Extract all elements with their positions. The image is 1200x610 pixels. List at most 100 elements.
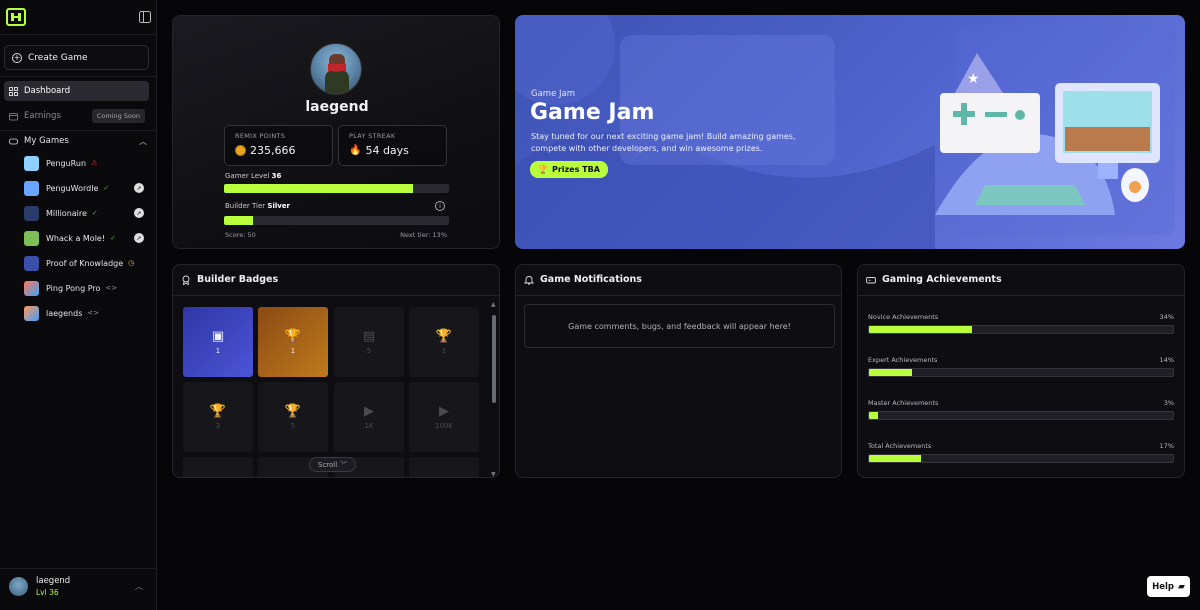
verified-icon: ✓ bbox=[91, 209, 98, 217]
create-game-button[interactable]: + Create Game bbox=[4, 45, 149, 70]
sidebar-toggle-icon[interactable] bbox=[139, 11, 151, 23]
builder-tier-fill bbox=[224, 216, 254, 225]
sidebar-item-earnings[interactable]: Earnings Coming Soon bbox=[4, 106, 149, 126]
badge-tile[interactable]: 🏆 5 bbox=[258, 382, 328, 452]
scroll-down-arrow[interactable]: ▼ bbox=[491, 471, 496, 477]
achievement-label: Total Achievements bbox=[868, 442, 932, 450]
achievement-percent: 34% bbox=[1159, 313, 1174, 321]
game-thumbnail bbox=[24, 205, 39, 221]
builder-tier-label: Builder Tier Silver bbox=[225, 202, 290, 210]
section-title-text: Gaming Achievements bbox=[882, 274, 1002, 285]
section-divider bbox=[516, 295, 841, 296]
play-icon: ▶ bbox=[364, 404, 374, 419]
gamer-level-text: Gamer Level bbox=[225, 172, 270, 180]
plus-icon: + bbox=[12, 52, 22, 63]
achievement-bar bbox=[868, 454, 1174, 463]
game-item-whack-a-mole[interactable]: Whack a Mole! ✓ ➚ bbox=[24, 229, 144, 247]
game-thumbnail bbox=[24, 305, 39, 321]
badge-tile[interactable]: ▶ 100K bbox=[409, 382, 479, 452]
badge-tile[interactable]: 🏆 1 bbox=[258, 307, 328, 377]
badge-tile[interactable] bbox=[409, 457, 479, 477]
avatar-scarf bbox=[328, 64, 346, 71]
achievement-row-master: Master Achievements 3% bbox=[868, 399, 1174, 420]
game-item-millionaire[interactable]: Millionaire ✓ ➚ bbox=[24, 204, 144, 222]
game-item-pengurun[interactable]: PenguRun ⚠ bbox=[24, 154, 144, 172]
warning-icon: ⚠ bbox=[91, 159, 98, 167]
next-tier-text: Next tier: 13% bbox=[400, 231, 447, 239]
create-game-label: Create Game bbox=[28, 52, 88, 63]
profile-name: laegend bbox=[305, 99, 369, 115]
notifications-empty-state: Game comments, bugs, and feedback will a… bbox=[524, 304, 835, 348]
sidebar: + Create Game Dashboard Earnings Coming … bbox=[0, 0, 157, 610]
badge-tile[interactable]: ▣ 1 bbox=[183, 307, 253, 377]
badge-count: 1 bbox=[215, 347, 221, 355]
badge-tile[interactable]: 🏆 1 bbox=[409, 307, 479, 377]
section-divider bbox=[858, 295, 1184, 296]
badge-count: 5 bbox=[366, 347, 372, 355]
flame-icon: 🔥 bbox=[349, 145, 362, 156]
game-name: Whack a Mole! bbox=[46, 233, 106, 243]
info-icon[interactable]: i bbox=[435, 201, 445, 211]
open-link-icon[interactable]: ➚ bbox=[134, 233, 144, 243]
scroll-up-arrow[interactable]: ▲ bbox=[491, 301, 496, 308]
builder-tier-text: Builder Tier bbox=[225, 202, 266, 210]
builder-tier-bar bbox=[224, 216, 449, 225]
profile-avatar[interactable] bbox=[310, 43, 362, 95]
logo-icon[interactable] bbox=[6, 8, 26, 26]
achievement-row-novice: Novice Achievements 34% bbox=[868, 313, 1174, 334]
badge-icon bbox=[182, 275, 190, 285]
code-icon: <> bbox=[87, 309, 100, 317]
open-link-icon[interactable]: ➚ bbox=[134, 183, 144, 193]
achievement-row-total: Total Achievements 17% bbox=[868, 442, 1174, 463]
gamer-level-bar bbox=[224, 184, 449, 193]
play-icon: ▶ bbox=[439, 404, 449, 419]
achievement-percent: 3% bbox=[1163, 399, 1174, 407]
achievement-bar bbox=[868, 325, 1174, 334]
game-item-penguwordle[interactable]: PenguWordle ✓ ➚ bbox=[24, 179, 144, 197]
section-title-text: Game Notifications bbox=[540, 274, 642, 285]
profile-card: laegend REMIX POINTS 235,666 PLAY STREAK… bbox=[172, 15, 500, 249]
gamepad-icon bbox=[9, 138, 18, 144]
badge-tile[interactable]: ▤ 5 bbox=[334, 307, 404, 377]
sidebar-divider bbox=[0, 130, 156, 131]
badge-tile[interactable]: 🏆 3 bbox=[183, 382, 253, 452]
game-name: Millionaire bbox=[46, 208, 87, 218]
chevron-up-icon: ︿ bbox=[139, 137, 147, 146]
scroll-label: Scroll bbox=[318, 460, 338, 469]
achievement-row-expert: Expert Achievements 14% bbox=[868, 356, 1174, 377]
badge-tile[interactable]: ▶ 1K bbox=[334, 382, 404, 452]
bell-icon bbox=[524, 275, 534, 285]
badge-glyph: ▣ bbox=[211, 329, 225, 344]
achievement-label: Master Achievements bbox=[868, 399, 939, 407]
game-item-proof-of-knowladge[interactable]: Proof of Knowladge ◷ bbox=[24, 254, 144, 272]
game-thumbnail bbox=[24, 255, 39, 271]
help-button[interactable]: Help ▰ bbox=[1147, 576, 1190, 597]
sidebar-item-dashboard[interactable]: Dashboard bbox=[4, 81, 149, 101]
my-games-header[interactable]: My Games ︿ bbox=[9, 136, 147, 146]
user-level: Lvl 36 bbox=[36, 588, 59, 597]
badge-count: 3 bbox=[215, 422, 221, 430]
badges-scrollbar[interactable]: ▲ ▼ bbox=[491, 301, 497, 477]
avatar bbox=[9, 577, 28, 596]
user-menu[interactable]: laegend Lvl 36 ︿ bbox=[0, 568, 157, 610]
game-jam-banner[interactable]: ★ Game Jam Game Jam Stay tuned for our n… bbox=[515, 15, 1185, 249]
scrollbar-thumb[interactable] bbox=[492, 315, 496, 403]
achievement-fill bbox=[869, 326, 973, 333]
game-name: Ping Pong Pro bbox=[46, 283, 101, 293]
game-name: PenguWordle bbox=[46, 183, 99, 193]
stat-value: 235,666 bbox=[235, 144, 322, 157]
badge-tile[interactable] bbox=[183, 457, 253, 477]
achievement-label: Novice Achievements bbox=[868, 313, 939, 321]
trophy-icon: 🏆 bbox=[284, 404, 302, 419]
remix-points-value: 235,666 bbox=[250, 144, 296, 157]
open-link-icon[interactable]: ➚ bbox=[134, 208, 144, 218]
code-icon: <> bbox=[105, 284, 118, 292]
my-games-label: My Games bbox=[24, 136, 69, 146]
game-name: laegends bbox=[46, 308, 83, 318]
game-item-ping-pong-pro[interactable]: Ping Pong Pro <> bbox=[24, 279, 144, 297]
builder-badges-card: Builder Badges ▣ 1 🏆 1 ▤ 5 🏆 1 🏆 3 🏆 5 ▶… bbox=[172, 264, 500, 478]
scroll-button[interactable]: Scroll ﹀ bbox=[309, 457, 357, 472]
achievement-label: Expert Achievements bbox=[868, 356, 938, 364]
prizes-badge[interactable]: 🏆 Prizes TBA bbox=[530, 161, 608, 178]
game-item-laegends[interactable]: laegends <> bbox=[24, 304, 144, 322]
